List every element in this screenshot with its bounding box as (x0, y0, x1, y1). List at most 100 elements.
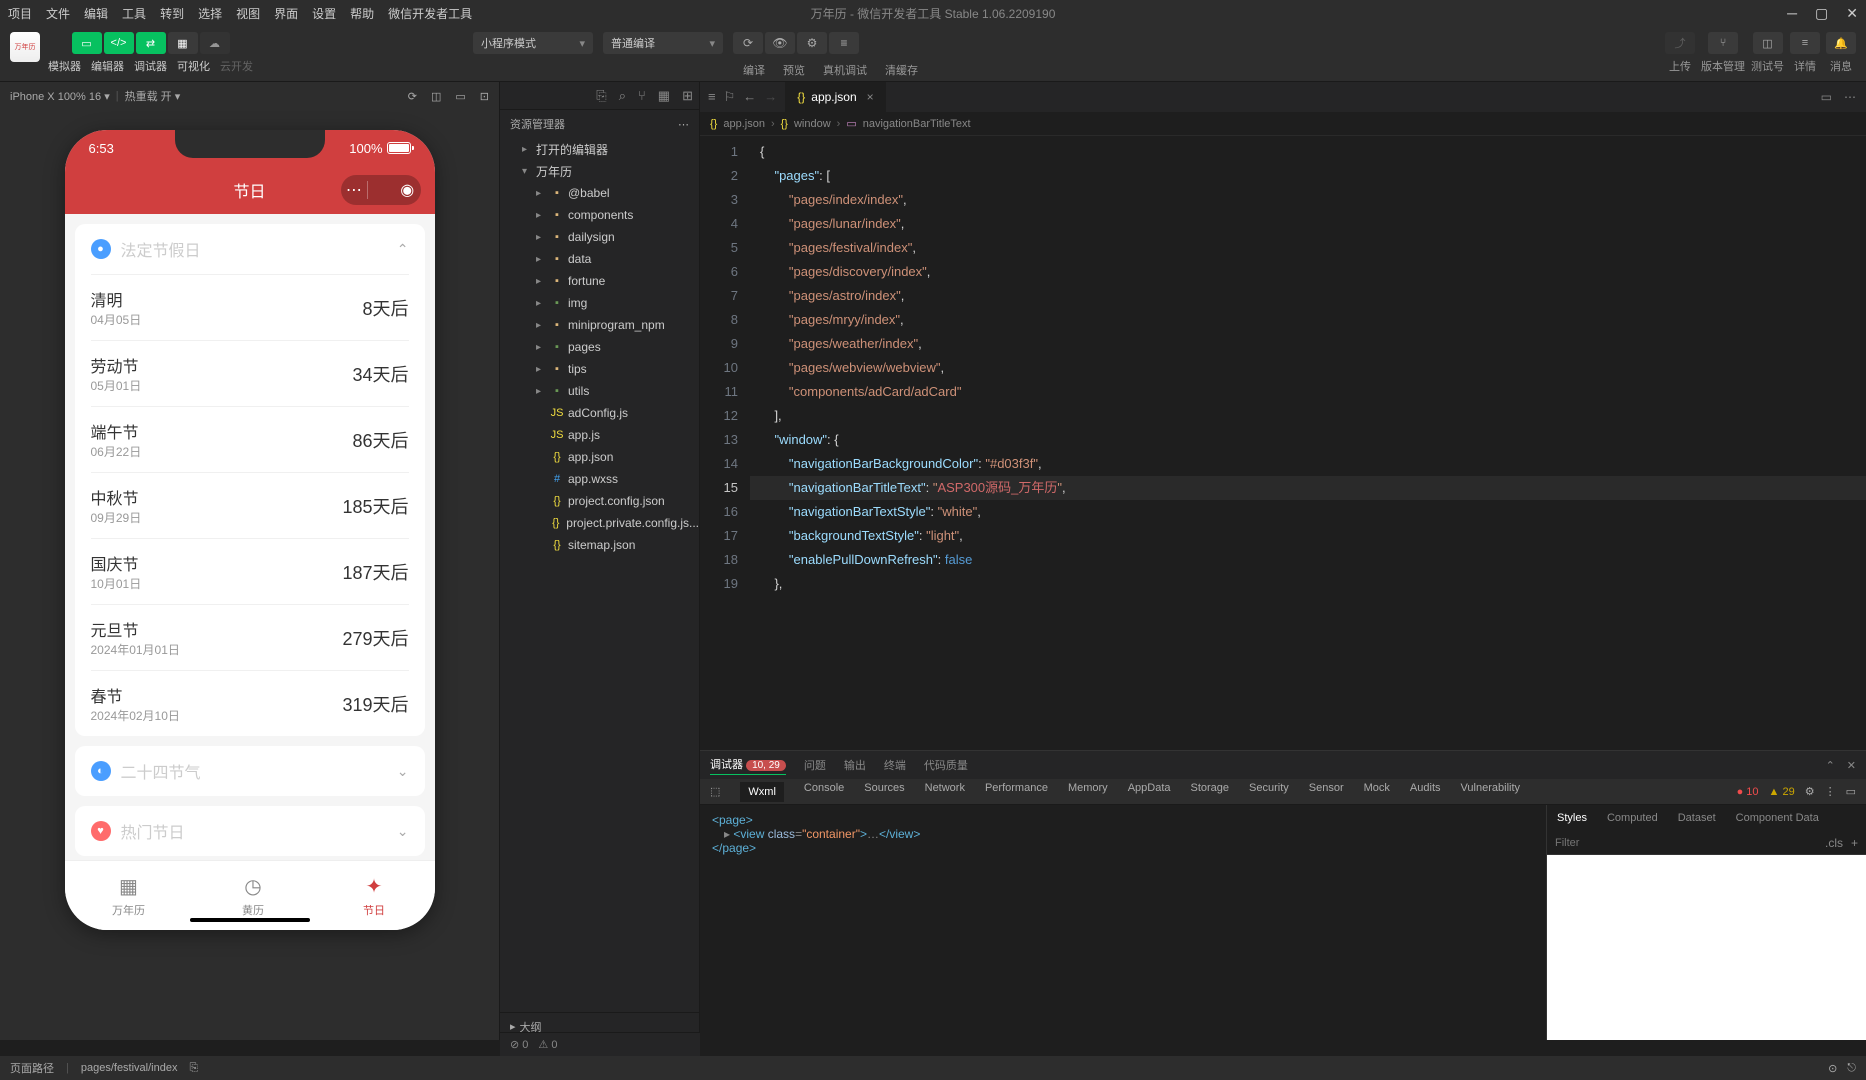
toolbar-上传[interactable]: ⤴ (1665, 32, 1695, 54)
more-icon[interactable]: ⋯ (1844, 90, 1856, 104)
menu-item[interactable]: 文件 (46, 7, 70, 21)
debug-sub-tab[interactable]: Performance (985, 782, 1048, 802)
tree-item[interactable]: ▸▪tips (500, 358, 699, 380)
festival-row[interactable]: 中秋节09月29日185天后 (91, 472, 409, 538)
clear-cache-icon[interactable]: ≡ (829, 32, 859, 54)
bookmark-icon[interactable]: ⚐ (724, 89, 736, 105)
debug-sub-tab[interactable]: Wxml (740, 782, 784, 802)
compile-select[interactable]: 普通编译▾ (603, 32, 723, 54)
toolbar-版本管理[interactable]: ⑂ (1708, 32, 1738, 54)
tree-item[interactable]: ▸▪components (500, 204, 699, 226)
tree-item[interactable]: ▸▪pages (500, 336, 699, 358)
tree-item[interactable]: JSapp.js (500, 424, 699, 446)
toolbar-消息[interactable]: 🔔 (1826, 32, 1856, 54)
menu-item[interactable]: 转到 (160, 7, 184, 21)
debug-sub-tab[interactable]: Mock (1364, 782, 1390, 802)
sim-icon[interactable]: ▭ (455, 90, 465, 103)
festival-row[interactable]: 元旦节2024年01月01日279天后 (91, 604, 409, 670)
warn-badge[interactable]: ▲ 29 (1769, 786, 1795, 798)
editor-button[interactable]: </> (104, 32, 134, 54)
tree-item[interactable]: ▸▪@babel (500, 182, 699, 204)
ext2-icon[interactable]: ⊞ (682, 88, 693, 104)
copy-icon[interactable]: ⎘ (189, 1062, 198, 1075)
inspect-icon[interactable]: ⬚ (710, 785, 720, 798)
close-icon[interactable]: ✕ (1847, 759, 1856, 772)
tab-close-icon[interactable]: × (867, 90, 874, 104)
split-icon[interactable]: ▭ (1821, 90, 1832, 104)
styles-tab[interactable]: Component Data (1726, 812, 1829, 824)
search-icon[interactable]: ⌕ (619, 88, 626, 104)
link-icon[interactable]: ⎋ (1847, 1062, 1856, 1075)
menu-item[interactable]: 设置 (312, 7, 336, 21)
debug-top-tab[interactable]: 调试器 10, 29 (710, 756, 786, 775)
menu-item[interactable]: 工具 (122, 7, 146, 21)
debug-sub-tab[interactable]: Vulnerability (1461, 782, 1521, 802)
tree-item[interactable]: ▸▪img (500, 292, 699, 314)
menu-item[interactable]: 微信开发者工具 (388, 7, 472, 21)
ext-icon[interactable]: ▦ (658, 88, 670, 104)
simulator-button[interactable]: ▭ (72, 32, 102, 54)
debug-sub-tab[interactable]: AppData (1128, 782, 1171, 802)
preview-icon[interactable]: 👁 (765, 32, 795, 54)
mode-select[interactable]: 小程序模式▾ (473, 32, 593, 54)
tree-item[interactable]: ▸▪utils (500, 380, 699, 402)
code-editor[interactable]: 12345678910111213141516171819 { "pages":… (700, 136, 1866, 750)
debug-top-tab[interactable]: 代码质量 (924, 757, 968, 773)
breadcrumb[interactable]: {}app.json› {}window› ▭navigationBarTitl… (700, 112, 1866, 136)
debug-top-tab[interactable]: 终端 (884, 757, 906, 773)
scene-icon[interactable]: ⊙ (1828, 1062, 1837, 1075)
tree-item[interactable]: ▸▪data (500, 248, 699, 270)
menu-item[interactable]: 编辑 (84, 7, 108, 21)
menu-item[interactable]: 帮助 (350, 7, 374, 21)
more-icon[interactable]: ⋯ (678, 118, 689, 131)
menu-item[interactable]: 项目 (8, 7, 32, 21)
toolbar-测试号[interactable]: ◫ (1753, 32, 1783, 54)
menu-item[interactable]: 视图 (236, 7, 260, 21)
tree-item[interactable]: {}project.config.json (500, 490, 699, 512)
section-header[interactable]: ●法定节假日⌃ (91, 224, 409, 274)
editor-tab[interactable]: {}app.json× (785, 82, 886, 112)
styles-tab[interactable]: Styles (1547, 812, 1597, 824)
festival-row[interactable]: 春节2024年02月10日319天后 (91, 670, 409, 736)
styles-tab[interactable]: Computed (1597, 812, 1668, 824)
device-select[interactable]: iPhone X 100% 16 ▾ (10, 90, 110, 103)
debug-sub-tab[interactable]: Memory (1068, 782, 1108, 802)
menu-item[interactable]: 选择 (198, 7, 222, 21)
kebab-icon[interactable]: ⋮ (1825, 785, 1836, 798)
tree-item[interactable]: ▸▪fortune (500, 270, 699, 292)
error-count[interactable]: ⊘ 0 (510, 1038, 528, 1051)
minimize-icon[interactable]: ─ (1787, 5, 1797, 22)
tab-item[interactable]: ◷黄历 (240, 873, 266, 918)
section-header[interactable]: ♥热门节日⌄ (91, 806, 409, 856)
tree-item[interactable]: {}project.private.config.js... (500, 512, 699, 534)
tree-item[interactable]: #app.wxss (500, 468, 699, 490)
capsule[interactable]: ⋯◉ (341, 175, 421, 205)
list-icon[interactable]: ≡ (708, 89, 716, 105)
dock-icon[interactable]: ▭ (1846, 785, 1856, 798)
files-icon[interactable]: ⎘ (596, 88, 606, 104)
debug-sub-tab[interactable]: Security (1249, 782, 1289, 802)
debug-sub-tab[interactable]: Network (925, 782, 965, 802)
remote-debug-icon[interactable]: ⚙ (797, 32, 827, 54)
debug-sub-tab[interactable]: Sources (864, 782, 904, 802)
tree-item[interactable]: {}app.json (500, 446, 699, 468)
toolbar-详情[interactable]: ≡ (1790, 32, 1820, 54)
menu-dots-icon[interactable]: ⋯ (341, 180, 368, 200)
tree-item[interactable]: ▸▪dailysign (500, 226, 699, 248)
compile-icon[interactable]: ⟳ (733, 32, 763, 54)
cls-toggle[interactable]: .cls (1825, 836, 1843, 850)
sim-icon[interactable]: ⟳ (408, 90, 417, 103)
debugger-button[interactable]: ⇄ (136, 32, 166, 54)
wxml-tree[interactable]: <page> ▸ <view class="container">…</view… (700, 805, 1546, 1040)
sim-icon[interactable]: ◫ (431, 90, 441, 103)
festival-row[interactable]: 劳动节05月01日34天后 (91, 340, 409, 406)
debug-top-tab[interactable]: 问题 (804, 757, 826, 773)
styles-tab[interactable]: Dataset (1668, 812, 1726, 824)
debug-sub-tab[interactable]: Console (804, 782, 844, 802)
section-header[interactable]: ◐二十四节气⌄ (91, 746, 409, 796)
tree-item[interactable]: {}sitemap.json (500, 534, 699, 556)
festival-row[interactable]: 端午节06月22日86天后 (91, 406, 409, 472)
project-root[interactable]: ▾万年历 (500, 160, 699, 182)
debug-sub-tab[interactable]: Storage (1191, 782, 1230, 802)
gear-icon[interactable]: ⚙ (1805, 785, 1815, 798)
